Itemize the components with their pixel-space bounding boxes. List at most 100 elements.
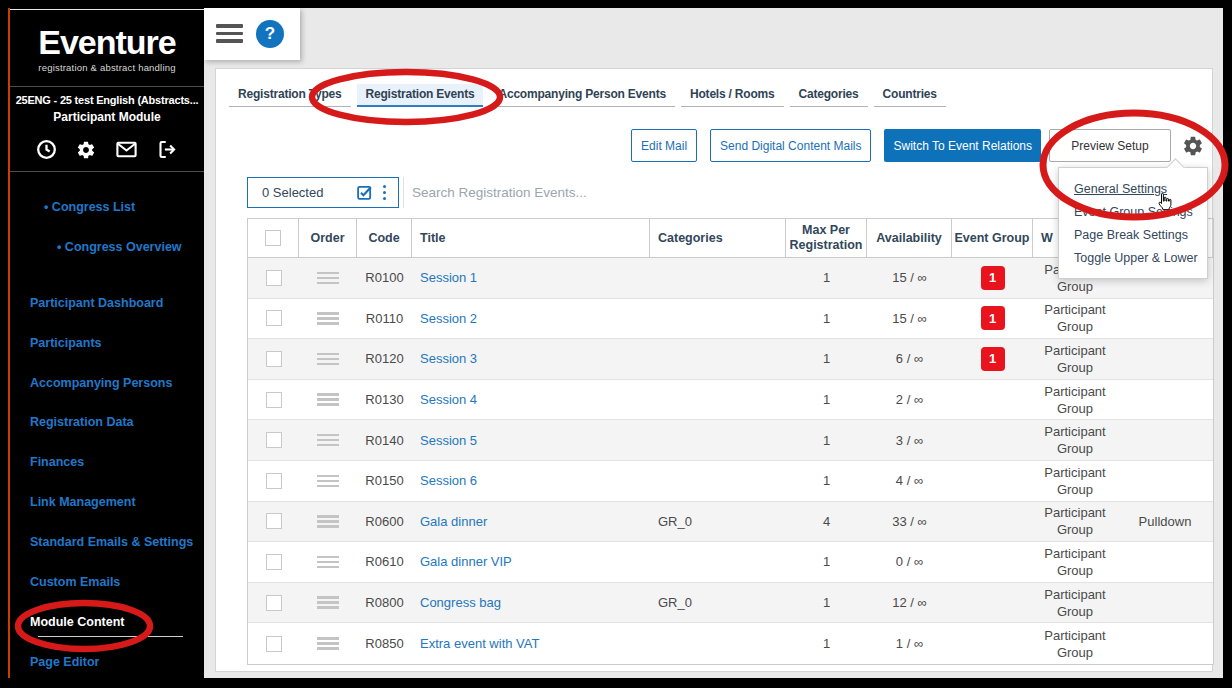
cell-availability: 4 / ∞ (867, 461, 952, 501)
more-options-icon[interactable] (383, 184, 387, 202)
cell-categories: GR_0 (650, 502, 786, 542)
send-digital-content-mails-button[interactable]: Send Digital Content Mails (710, 129, 871, 162)
event-group-badge[interactable]: 1 (981, 347, 1005, 371)
tab-hotels-rooms[interactable]: Hotels / Rooms (681, 84, 784, 107)
column-header-categories[interactable]: Categories (650, 219, 786, 257)
tab-accompanying-person-events[interactable]: Accompanying Person Events (489, 84, 675, 107)
clock-icon[interactable] (36, 139, 57, 160)
select-all-checkbox-icon[interactable] (356, 184, 373, 201)
edit-mail-button[interactable]: Edit Mail (631, 129, 697, 162)
event-title-link[interactable]: Congress bag (420, 595, 501, 610)
row-checkbox[interactable] (266, 432, 282, 448)
drag-order-icon[interactable] (317, 431, 339, 449)
drag-order-icon[interactable] (317, 269, 339, 287)
tab-countries[interactable]: Countries (874, 84, 946, 107)
event-title-link[interactable]: Session 1 (420, 270, 477, 285)
tab-bar: Registration Types Registration EventsAcc… (229, 84, 952, 107)
row-checkbox[interactable] (266, 513, 282, 529)
congress-title: 25ENG - 25 test English (Abstracts... (10, 94, 204, 106)
mail-icon[interactable] (115, 138, 138, 161)
menu-item-event-group-settings[interactable]: Event Group Settings (1059, 201, 1207, 224)
preview-setup-button[interactable]: Preview Setup (1049, 129, 1171, 162)
row-checkbox[interactable] (266, 473, 282, 489)
column-header-availability[interactable]: Availability (867, 219, 952, 257)
sidebar-item-accompanying-persons[interactable]: Accompanying Persons (30, 374, 172, 392)
sidebar-item-congress-list[interactable]: • Congress List (44, 198, 135, 216)
drag-order-icon[interactable] (317, 594, 339, 612)
sidebar-item-module-content[interactable]: Module Content (30, 613, 124, 631)
sidebar-item-link-management[interactable]: Link Management (30, 493, 136, 511)
sidebar-item-standard-emails-settings[interactable]: Standard Emails & Settings (30, 533, 193, 551)
cell-group: Participant Group (1033, 586, 1117, 620)
menu-item-toggle-upper-lower[interactable]: Toggle Upper & Lower (1059, 247, 1207, 270)
cell-max-per-registration: 1 (786, 380, 867, 420)
tab-registration-types[interactable]: Registration Types (229, 84, 351, 107)
table-row-r0110: R0110Session 2115 / ∞1Participant Group (248, 299, 1213, 340)
switch-to-event-relations-button[interactable]: Switch To Event Relations (884, 129, 1041, 162)
cell-max-per-registration: 1 (786, 258, 867, 298)
cell-availability: 15 / ∞ (867, 299, 952, 339)
event-title-link[interactable]: Gala dinner VIP (420, 554, 512, 569)
help-icon[interactable]: ? (256, 20, 284, 48)
event-group-badge[interactable]: 1 (981, 266, 1005, 290)
drag-order-icon[interactable] (317, 553, 339, 571)
sidebar-item-finances[interactable]: Finances (30, 453, 84, 471)
cell-code: R0140 (357, 420, 412, 460)
top-toolbar: ? (204, 8, 300, 60)
event-title-link[interactable]: Session 4 (420, 392, 477, 407)
event-title-link[interactable]: Session 5 (420, 433, 477, 448)
row-checkbox[interactable] (266, 554, 282, 570)
sidebar-item-participants[interactable]: Participants (30, 334, 102, 352)
row-checkbox[interactable] (266, 270, 282, 286)
registration-events-table: OrderCodeTitleCategoriesMax Per Registra… (247, 218, 1214, 665)
drag-order-icon[interactable] (317, 635, 339, 653)
row-checkbox[interactable] (266, 595, 282, 611)
column-header-max-per-registration[interactable]: Max Per Registration (786, 219, 867, 257)
event-title-link[interactable]: Extra event with VAT (420, 636, 539, 651)
tab-registration-events[interactable]: Registration Events (357, 84, 484, 107)
column-header-col0 (248, 219, 299, 257)
event-title-link[interactable]: Gala dinner (420, 514, 487, 529)
row-checkbox[interactable] (266, 392, 282, 408)
drag-order-icon[interactable] (317, 391, 339, 409)
drag-order-icon[interactable] (317, 310, 339, 328)
table-row-r0130: R0130Session 412 / ∞Participant Group (248, 380, 1213, 421)
event-title-link[interactable]: Session 3 (420, 351, 477, 366)
settings-gear-icon[interactable] (1182, 135, 1204, 157)
gear-icon[interactable] (76, 140, 96, 160)
tab-categories[interactable]: Categories (790, 84, 868, 107)
menu-item-page-break-settings[interactable]: Page Break Settings (1059, 224, 1207, 247)
row-checkbox[interactable] (266, 310, 282, 326)
select-all-checkbox[interactable] (265, 230, 281, 246)
cell-categories (650, 339, 786, 379)
column-header-event-group[interactable]: Event Group (952, 219, 1033, 257)
table-row-r0610: R0610Gala dinner VIP10 / ∞Participant Gr… (248, 542, 1213, 583)
logout-icon[interactable] (157, 139, 178, 160)
selection-box[interactable]: 0 Selected (247, 177, 399, 208)
menu-item-general-settings[interactable]: General Settings (1059, 178, 1207, 201)
row-checkbox[interactable] (266, 636, 282, 652)
event-title-link[interactable]: Session 2 (420, 311, 477, 326)
drag-order-icon[interactable] (317, 350, 339, 368)
cell-code: R0600 (357, 502, 412, 542)
selected-count: 0 Selected (262, 185, 356, 200)
cell-max-per-registration: 1 (786, 542, 867, 582)
sidebar-item-page-editor[interactable]: Page Editor (30, 653, 99, 671)
event-title-link[interactable]: Session 6 (420, 473, 477, 488)
column-header-order[interactable]: Order (299, 219, 357, 257)
cell-availability: 6 / ∞ (867, 339, 952, 379)
menu-toggle-icon[interactable] (216, 24, 243, 47)
sidebar-item-congress-overview[interactable]: • Congress Overview (57, 238, 182, 256)
table-row-r0850: R0850Extra event with VAT11 / ∞Participa… (248, 623, 1213, 664)
column-header-title[interactable]: Title (412, 219, 650, 257)
drag-order-icon[interactable] (317, 513, 339, 531)
sidebar-item-registration-data[interactable]: Registration Data (30, 413, 134, 431)
row-checkbox[interactable] (266, 351, 282, 367)
drag-order-icon[interactable] (317, 472, 339, 490)
cell-availability: 12 / ∞ (867, 583, 952, 623)
sidebar-item-custom-emails[interactable]: Custom Emails (30, 573, 120, 591)
column-header-code[interactable]: Code (357, 219, 412, 257)
cell-code: R0850 (357, 623, 412, 664)
sidebar-item-participant-dashboard[interactable]: Participant Dashboard (30, 294, 163, 312)
event-group-badge[interactable]: 1 (981, 306, 1005, 330)
